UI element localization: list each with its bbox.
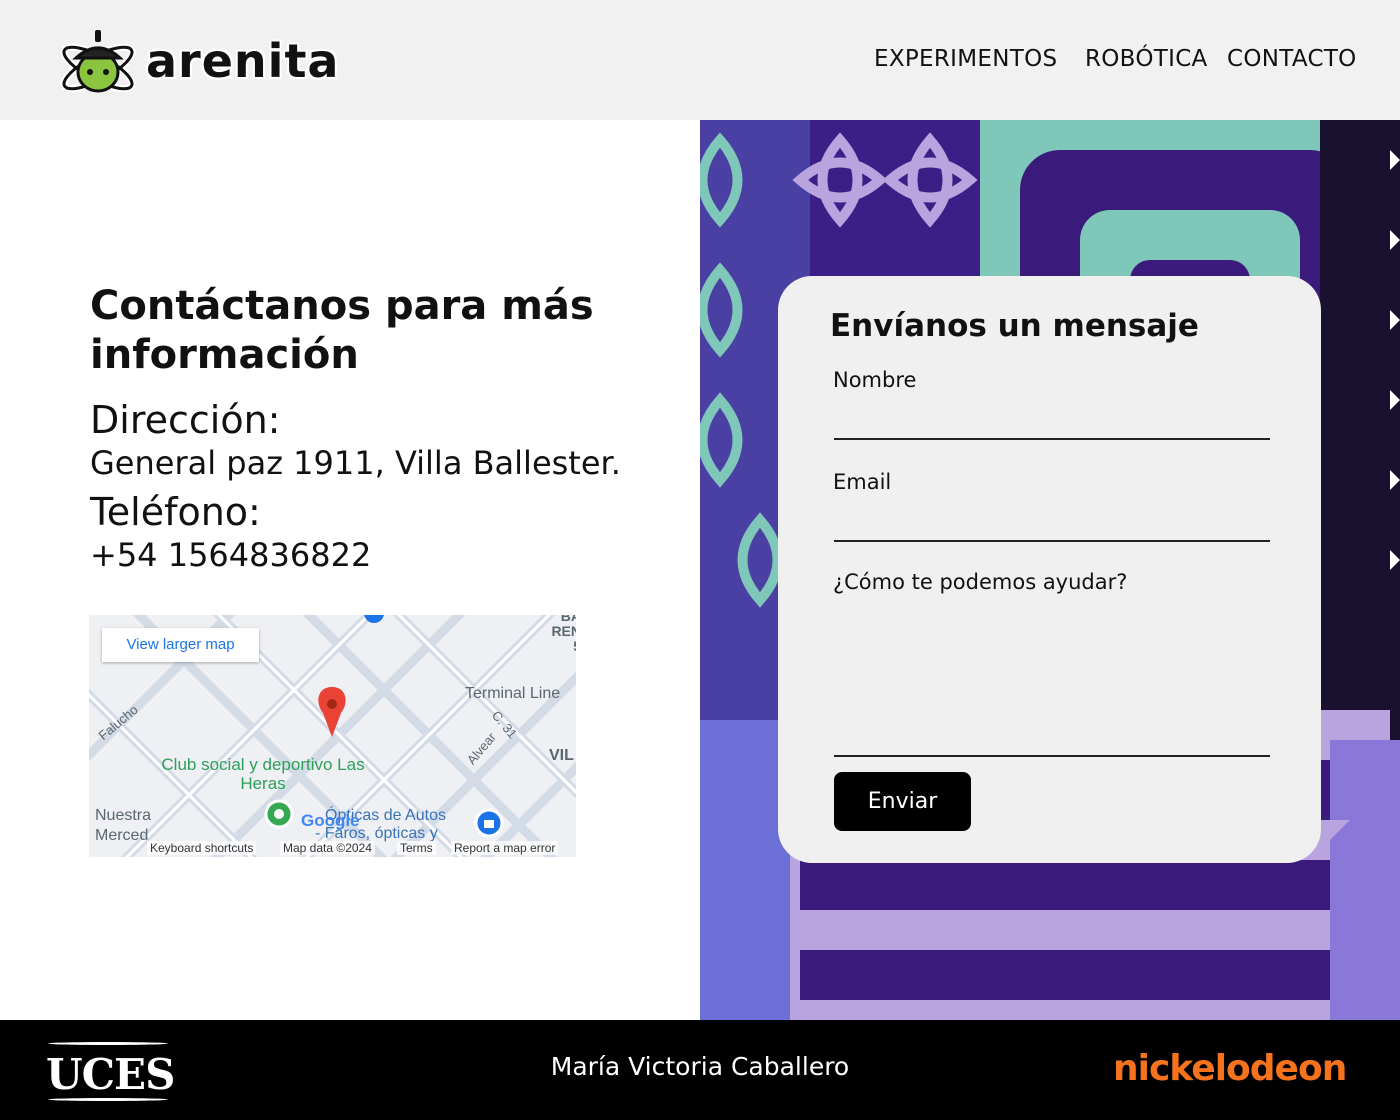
contact-form: Envíanos un mensaje Nombre Email ¿Cómo t…: [778, 276, 1321, 863]
map-label-terminal: Terminal Line: [465, 685, 561, 702]
message-textarea[interactable]: [834, 606, 1270, 752]
email-input[interactable]: [834, 504, 1270, 538]
map-attribution-bar: Keyboard shortcuts Map data ©2024 Terms …: [89, 839, 576, 857]
form-title: Envíanos un mensaje: [830, 308, 1199, 344]
acorn-atom-icon: [60, 30, 136, 93]
phone-label: Teléfono:: [90, 490, 261, 534]
map-label-corner: BA REN 5: [551, 615, 576, 654]
logo-wordmark: arenita: [146, 34, 340, 88]
name-label: Nombre: [833, 368, 917, 392]
location-map[interactable]: View larger map Falucho Terminal Line C.…: [89, 615, 576, 857]
uces-logo-line-bottom: [48, 1098, 168, 1101]
address-label: Dirección:: [90, 398, 281, 442]
message-underline: [834, 755, 1270, 757]
address-value: General paz 1911, Villa Ballester.: [90, 444, 621, 482]
phone-value: +54 1564836822: [90, 536, 372, 574]
uces-logo-line-top: [48, 1042, 168, 1045]
contact-heading: Contáctanos para más información: [90, 283, 594, 378]
name-input[interactable]: [834, 402, 1270, 436]
email-underline: [834, 540, 1270, 542]
google-logo: Google: [301, 811, 360, 830]
map-terms-link[interactable]: Terms: [397, 841, 436, 855]
send-button[interactable]: Enviar: [834, 772, 971, 831]
map-report-error-link[interactable]: Report a map error: [451, 841, 559, 855]
nav-robotica[interactable]: ROBÓTICA: [1085, 46, 1208, 72]
message-label: ¿Cómo te podemos ayudar?: [833, 570, 1128, 594]
map-keyboard-shortcuts[interactable]: Keyboard shortcuts: [147, 841, 257, 855]
map-data-credit: Map data ©2024: [280, 841, 375, 855]
site-footer: UCES María Victoria Caballero nickelodeo…: [0, 1020, 1400, 1120]
map-label-nuestra: Nuestra: [95, 807, 152, 824]
name-underline: [834, 438, 1270, 440]
site-header: arenita EXPERIMENTOS ROBÓTICA CONTACTO: [0, 0, 1400, 120]
email-label: Email: [833, 470, 892, 494]
map-label-club: Club social y deportivo Las Heras: [161, 755, 365, 793]
nickelodeon-logo[interactable]: nickelodeon: [1113, 1048, 1347, 1089]
view-larger-map-link[interactable]: View larger map: [102, 628, 259, 662]
arenita-logo[interactable]: arenita: [58, 20, 338, 104]
nav-experimentos[interactable]: EXPERIMENTOS: [874, 46, 1057, 72]
nav-contacto[interactable]: CONTACTO: [1227, 46, 1357, 72]
map-label-vil: VIL: [549, 747, 574, 764]
